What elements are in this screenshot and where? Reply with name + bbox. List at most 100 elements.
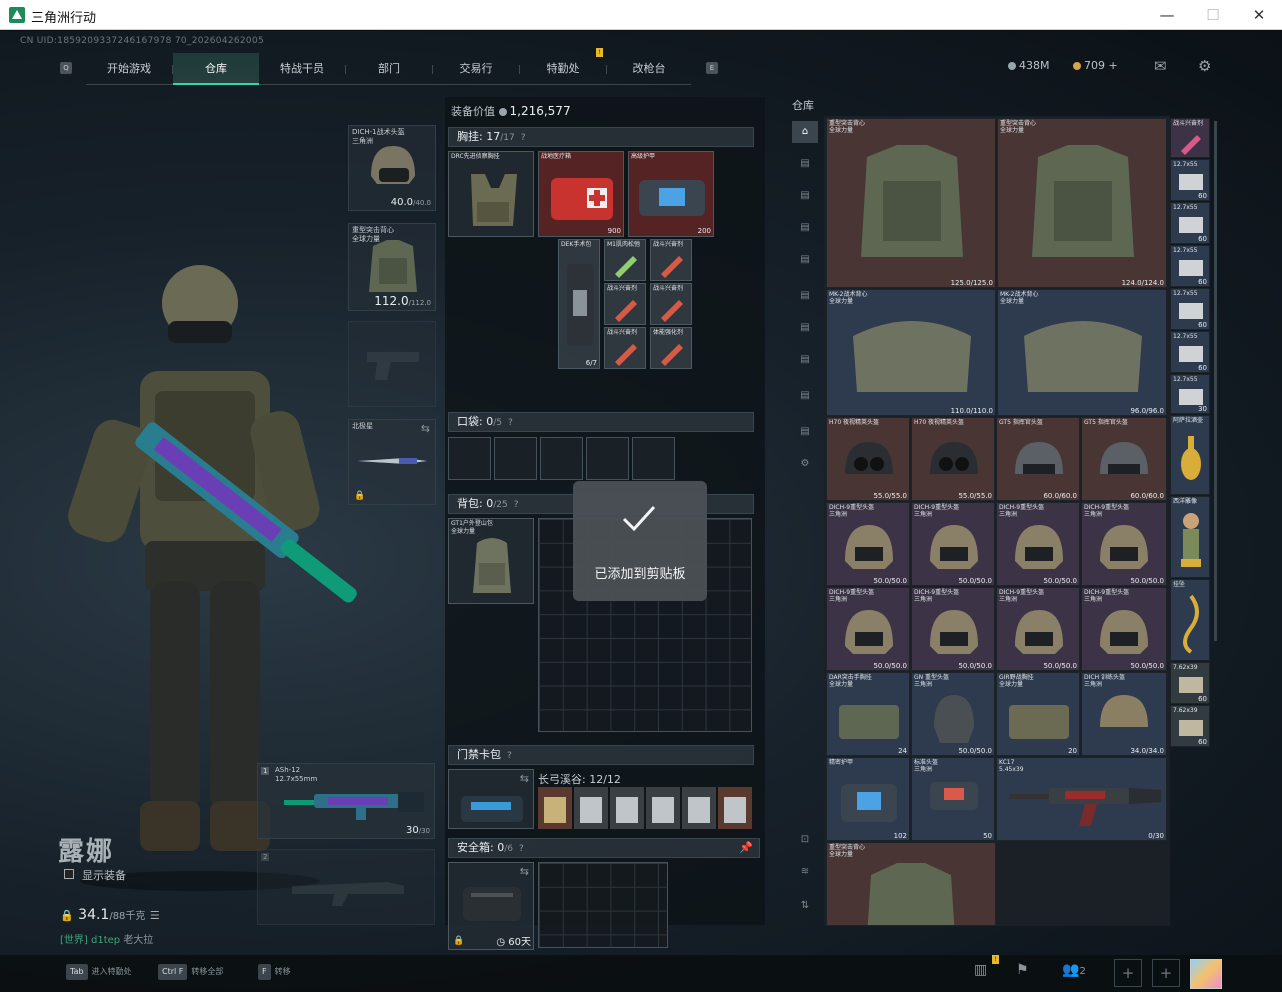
secondary-weapon-slot[interactable]: 2 [257, 849, 435, 925]
swap-icon[interactable]: ⇆ [421, 422, 430, 435]
pocket-slot[interactable] [540, 437, 583, 480]
mail-icon[interactable]: ✉ [1154, 57, 1167, 75]
stash-tab-8[interactable]: ▤ [792, 385, 818, 407]
stash-item[interactable]: 挂坠 [1170, 579, 1210, 661]
stash-item[interactable]: DICH-9重型头盔 三角洲 50.0/50.0 [911, 502, 995, 586]
stim-item[interactable]: 战斗兴奋剂 [650, 283, 692, 325]
swap-icon[interactable]: ⇆ [520, 865, 529, 878]
hint-transfer[interactable]: F 转移 [258, 964, 291, 980]
stim-item[interactable]: 体能强化剂 [650, 327, 692, 369]
chest-rig-item[interactable]: DRC先进侦察胸挂 [448, 151, 534, 237]
next-tab-key[interactable]: E [706, 62, 718, 74]
stash-item[interactable]: 7.62x39 60 [1170, 662, 1210, 704]
pistol-slot-empty[interactable] [348, 321, 436, 407]
stash-item[interactable]: GT5 指挥官头盔 60.0/60.0 [996, 417, 1080, 501]
tab-trading[interactable]: 交易行 [433, 53, 519, 85]
stash-tab-2[interactable]: ▤ [792, 185, 818, 207]
stash-item[interactable]: 12.7x55 60 [1170, 331, 1210, 373]
stats-chart-icon[interactable]: ▥ [974, 962, 987, 978]
flag-icon[interactable]: ⚑ [1016, 962, 1029, 978]
add-currency-button[interactable]: + [1109, 59, 1118, 72]
backpack-item[interactable]: GT1户外登山包 全球力量 [448, 518, 534, 604]
prev-tab-key[interactable]: Q [60, 62, 72, 74]
hint-transfer-all[interactable]: Ctrl F 转移全部 [158, 964, 223, 980]
surgery-kit-item[interactable]: DEK手术包 6/7 [558, 239, 600, 369]
invite-slot-button[interactable]: + [1152, 959, 1180, 987]
stash-item[interactable]: DICH-9重型头盔 三角洲 50.0/50.0 [826, 502, 910, 586]
stim-item[interactable]: 战斗兴奋剂 [604, 283, 646, 325]
stash-scrollbar[interactable] [1214, 121, 1217, 641]
stash-item[interactable]: 12.7x55 60 [1170, 202, 1210, 244]
stash-tab-6[interactable]: ▤ [792, 317, 818, 339]
stash-home-icon[interactable]: ⌂ [792, 121, 818, 143]
invite-slot-button[interactable]: + [1114, 959, 1142, 987]
stash-tab-7[interactable]: ▤ [792, 349, 818, 371]
stash-item[interactable]: MK-2战术背心 全球力量 110.0/110.0 [826, 289, 996, 416]
melee-slot[interactable]: 北极星 ⇆ 🔒 [348, 419, 436, 505]
list-icon[interactable]: ☰ [150, 909, 160, 922]
show-equipment-checkbox[interactable] [64, 869, 74, 879]
stash-item[interactable]: KC17 5.45x39 0/30 [996, 757, 1167, 841]
stash-item[interactable]: DAR突击手胸挂 全球力量 24 [826, 672, 910, 756]
tab-start-game[interactable]: 开始游戏 [86, 53, 172, 85]
armor-slot[interactable]: 重型突击背心 全球力量 112.0/112.0 [348, 223, 436, 311]
stash-tab-5[interactable]: ▤ [792, 285, 818, 307]
pin-icon[interactable]: 📌 [739, 839, 753, 857]
maximize-button[interactable]: ☐ [1190, 0, 1236, 30]
safebox-grid[interactable] [538, 862, 668, 948]
stash-item[interactable]: 12.7x55 60 [1170, 288, 1210, 330]
swap-icon[interactable]: ⇆ [520, 772, 529, 785]
stash-item[interactable]: MK-2战术背心 全球力量 96.0/96.0 [997, 289, 1167, 416]
player-avatar[interactable] [1190, 959, 1222, 989]
squad-icon[interactable]: 👥2 [1062, 962, 1086, 978]
stash-item[interactable]: 阿萨拉酒壶 [1170, 415, 1210, 495]
settings-gear-icon[interactable]: ⚙ [1198, 57, 1211, 75]
stash-item[interactable]: 战斗兴奋剂 [1170, 118, 1210, 158]
stash-tab-9[interactable]: ▤ [792, 421, 818, 443]
stash-item[interactable]: 重型突击背心 全球力量 [826, 842, 996, 926]
stash-item[interactable]: 12.7x55 30 [1170, 374, 1210, 414]
tab-operators[interactable]: 特战干员 [259, 53, 345, 85]
stash-item[interactable]: DICH-9重型头盔 三角洲 50.0/50.0 [996, 587, 1080, 671]
stash-item[interactable]: 重型突击背心 全球力量 124.0/124.0 [997, 118, 1167, 288]
stash-item[interactable]: DICH-9重型头盔 三角洲 50.0/50.0 [911, 587, 995, 671]
pocket-slot[interactable] [494, 437, 537, 480]
stash-item[interactable]: GT5 指挥官头盔 60.0/60.0 [1081, 417, 1167, 501]
close-button[interactable]: ✕ [1236, 0, 1282, 30]
stash-filter-icon[interactable]: ⊡ [792, 829, 818, 851]
stash-item[interactable]: 精密护甲 102 [826, 757, 910, 841]
stash-item[interactable]: 12.7x55 60 [1170, 245, 1210, 287]
hint-enter-special-ops[interactable]: Tab 进入特勤处 [66, 964, 132, 980]
primary-weapon-slot[interactable]: ASh-12 12.7x55mm 1 30/30 [257, 763, 435, 839]
stash-item[interactable]: 西洋雕像 [1170, 496, 1210, 578]
stash-tab-1[interactable]: ▤ [792, 153, 818, 175]
stash-item[interactable]: 重型突击背心 全球力量 125.0/125.0 [826, 118, 996, 288]
stash-item[interactable]: 7.62x39 60 [1170, 705, 1210, 747]
stash-settings-icon[interactable]: ⚙ [792, 453, 818, 475]
stash-item[interactable]: 12.7x55 60 [1170, 159, 1210, 201]
stash-item[interactable]: DICH-9重型头盔 三角洲 50.0/50.0 [1081, 502, 1167, 586]
pocket-slot[interactable] [586, 437, 629, 480]
stash-item[interactable]: H70 夜视精英头盔 55.0/55.0 [826, 417, 910, 501]
stash-item[interactable]: 标准头盔 三角洲 50 [911, 757, 995, 841]
stim-item[interactable]: 战斗兴奋剂 [604, 327, 646, 369]
stim-item[interactable]: M1肌肉松弛 [604, 239, 646, 281]
stim-item[interactable]: 战斗兴奋剂 [650, 239, 692, 281]
stash-item[interactable]: DICH-9重型头盔 三角洲 50.0/50.0 [996, 502, 1080, 586]
stash-item[interactable]: H70 夜视精英头盔 55.0/55.0 [911, 417, 995, 501]
tab-gunsmith[interactable]: 改枪台 [607, 53, 691, 85]
stash-item[interactable]: DICH-9重型头盔 三角洲 50.0/50.0 [1081, 587, 1167, 671]
stash-item[interactable]: DICH 训练头盔 三角洲 34.0/34.0 [1081, 672, 1167, 756]
helmet-slot[interactable]: DICH-1战术头盔 三角洲 40.0/40.0 [348, 125, 436, 211]
tab-department[interactable]: 部门 [346, 53, 432, 85]
pocket-slot[interactable] [632, 437, 675, 480]
tab-warehouse[interactable]: 仓库 [173, 53, 259, 85]
keycard-case-item[interactable]: ⇆ [448, 769, 534, 829]
minimize-button[interactable]: — [1144, 0, 1190, 30]
safebox-item[interactable]: ⇆ 🔒 ◷ 60天 [448, 862, 534, 950]
stash-tab-4[interactable]: ▤ [792, 249, 818, 271]
stash-item[interactable]: GIR野战胸挂 全球力量 20 [996, 672, 1080, 756]
pocket-slot[interactable] [448, 437, 491, 480]
stash-tab-3[interactable]: ▤ [792, 217, 818, 239]
stash-layers-icon[interactable]: ≋ [792, 861, 818, 883]
